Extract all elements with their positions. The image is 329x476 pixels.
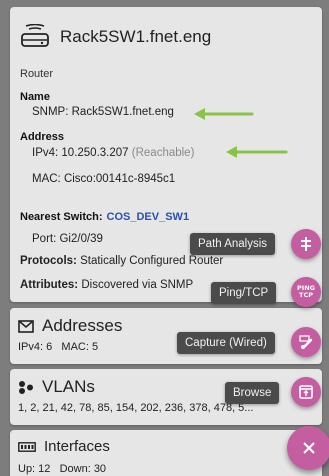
browse-button[interactable]	[291, 377, 321, 407]
protocols-value: Statically Configured Router	[80, 255, 224, 267]
vlans-title: VLANs	[18, 377, 95, 397]
device-type: Router	[20, 68, 54, 80]
capture-wired-button[interactable]	[291, 327, 321, 357]
router-icon	[21, 24, 49, 47]
ping-tcp-icon: PING TCP	[297, 285, 315, 299]
address-label: Address	[20, 131, 65, 143]
attributes-value: Discovered via SNMP	[81, 279, 194, 291]
addresses-title-text: Addresses	[42, 316, 123, 335]
ipv4-value: IPv4: 10.250.3.207	[32, 147, 129, 159]
interfaces-icon	[18, 441, 36, 452]
interfaces-title: Interfaces	[18, 438, 110, 455]
browse-label[interactable]: Browse	[225, 382, 280, 404]
ping-tcp-label[interactable]: Ping/TCP	[211, 282, 277, 304]
interfaces-card[interactable]: Interfaces Up: 12 Down: 30	[10, 430, 322, 476]
port: Port: Gi2/0/39	[32, 233, 103, 245]
annotation-arrow-icon	[226, 146, 288, 158]
protocols-label: Protocols:	[20, 255, 77, 267]
browse-icon	[299, 385, 313, 399]
reachable-status: (Reachable)	[131, 147, 195, 159]
protocols: Protocols: Statically Configured Router	[20, 255, 223, 267]
annotation-arrow-icon	[194, 108, 254, 120]
nearest-switch-label: Nearest Switch:	[20, 211, 103, 223]
attributes: Attributes: Discovered via SNMP	[20, 279, 193, 291]
path-analysis-icon	[301, 237, 311, 251]
mac-address: MAC: Cisco:00141c-8945c1	[32, 173, 176, 185]
addresses-summary: IPv4: 6 MAC: 5	[18, 341, 99, 353]
addresses-card[interactable]: Addresses IPv4: 6 MAC: 5	[10, 308, 322, 364]
attributes-label: Attributes:	[20, 279, 79, 291]
interfaces-summary: Up: 12 Down: 30	[18, 463, 107, 475]
nearest-switch-link[interactable]: COS_DEV_SW1	[107, 211, 190, 223]
device-name: Rack5SW1.fnet.eng	[60, 27, 212, 46]
vlans-summary: 1, 2, 21, 42, 78, 85, 154, 202, 236, 378…	[18, 402, 254, 414]
ping-tcp-button[interactable]: PING TCP	[291, 277, 321, 307]
close-fab-button[interactable]	[287, 426, 329, 470]
name-label: Name	[20, 91, 50, 103]
capture-icon	[299, 335, 313, 349]
vlans-title-text: VLANs	[42, 377, 95, 396]
capture-wired-label[interactable]: Capture (Wired)	[177, 332, 275, 354]
ipv4-address: IPv4: 10.250.3.207 (Reachable)	[32, 147, 194, 159]
path-analysis-label[interactable]: Path Analysis	[190, 233, 276, 255]
nearest-switch: Nearest Switch: COS_DEV_SW1	[20, 211, 189, 223]
device-header: Rack5SW1.fnet.eng	[20, 24, 211, 50]
close-icon	[303, 442, 315, 454]
path-analysis-button[interactable]	[291, 229, 321, 259]
addresses-title: Addresses	[18, 316, 122, 336]
envelope-icon	[18, 319, 34, 333]
snmp-name: SNMP: Rack5SW1.fnet.eng	[32, 106, 174, 118]
interfaces-title-text: Interfaces	[44, 438, 110, 455]
vlan-icon	[19, 381, 33, 394]
tcp-icon-text: TCP	[299, 291, 313, 299]
